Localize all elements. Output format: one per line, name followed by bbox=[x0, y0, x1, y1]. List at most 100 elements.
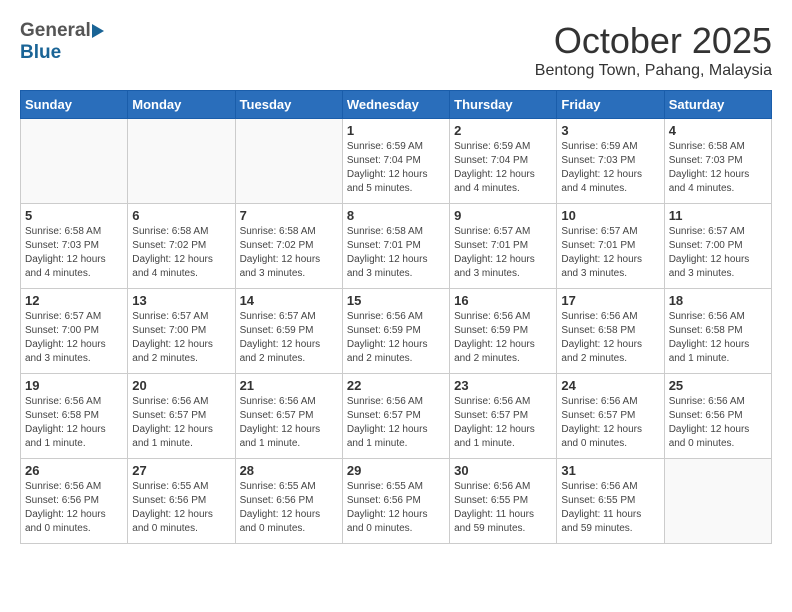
calendar-row: 12 Sunrise: 6:57 AM Sunset: 7:00 PM Dayli… bbox=[21, 289, 772, 374]
calendar-row: 1Sunrise: 6:59 AM Sunset: 7:04 PM Daylig… bbox=[21, 119, 772, 204]
day-info: Sunrise: 6:56 AM Sunset: 6:57 PM Dayligh… bbox=[132, 395, 230, 451]
day-info: Sunrise: 6:56 AM Sunset: 6:57 PM Dayligh… bbox=[240, 395, 338, 451]
day-info: Sunrise: 6:55 AM Sunset: 6:56 PM Dayligh… bbox=[347, 480, 445, 536]
calendar-cell: 13Sunrise: 6:57 AM Sunset: 7:00 PM Dayli… bbox=[128, 289, 235, 374]
day-number: 22 bbox=[347, 378, 445, 393]
day-number: 8 bbox=[347, 208, 445, 223]
weekday-header-saturday: Saturday bbox=[664, 91, 771, 119]
day-number: 17 bbox=[561, 293, 659, 308]
calendar-cell: 12 Sunrise: 6:57 AM Sunset: 7:00 PM Dayli… bbox=[21, 289, 128, 374]
calendar-cell: 27 Sunrise: 6:55 AM Sunset: 6:56 PM Dayli… bbox=[128, 459, 235, 544]
weekday-header-friday: Friday bbox=[557, 91, 664, 119]
day-info: Sunrise: 6:58 AM Sunset: 7:02 PM Dayligh… bbox=[240, 225, 338, 281]
calendar-cell: 16 Sunrise: 6:56 AM Sunset: 6:59 PM Dayli… bbox=[450, 289, 557, 374]
calendar-cell: 7 Sunrise: 6:58 AM Sunset: 7:02 PM Daylig… bbox=[235, 204, 342, 289]
day-info: Sunrise: 6:56 AM Sunset: 6:55 PM Dayligh… bbox=[561, 480, 659, 536]
day-number: 14 bbox=[240, 293, 338, 308]
month-title: October 2025 bbox=[535, 20, 772, 62]
day-number: 5 bbox=[25, 208, 123, 223]
day-number: 7 bbox=[240, 208, 338, 223]
logo-general: General bbox=[20, 20, 91, 42]
calendar-cell: 4 Sunrise: 6:58 AM Sunset: 7:03 PM Daylig… bbox=[664, 119, 771, 204]
location: Bentong Town, Pahang, Malaysia bbox=[535, 62, 772, 80]
calendar-cell: 3Sunrise: 6:59 AM Sunset: 7:03 PM Daylig… bbox=[557, 119, 664, 204]
calendar-cell: 17 Sunrise: 6:56 AM Sunset: 6:58 PM Dayli… bbox=[557, 289, 664, 374]
day-info: Sunrise: 6:57 AM Sunset: 7:00 PM Dayligh… bbox=[669, 225, 767, 281]
day-number: 26 bbox=[25, 463, 123, 478]
day-info: Sunrise: 6:59 AM Sunset: 7:04 PM Dayligh… bbox=[347, 140, 445, 196]
calendar-cell bbox=[664, 459, 771, 544]
calendar-cell: 8 Sunrise: 6:58 AM Sunset: 7:01 PM Daylig… bbox=[342, 204, 449, 289]
logo: General Blue bbox=[20, 20, 104, 64]
day-number: 25 bbox=[669, 378, 767, 393]
day-number: 23 bbox=[454, 378, 552, 393]
day-info: Sunrise: 6:57 AM Sunset: 7:00 PM Dayligh… bbox=[25, 310, 123, 366]
day-number: 12 bbox=[25, 293, 123, 308]
calendar-cell: 6 Sunrise: 6:58 AM Sunset: 7:02 PM Daylig… bbox=[128, 204, 235, 289]
day-number: 19 bbox=[25, 378, 123, 393]
day-info: Sunrise: 6:56 AM Sunset: 6:57 PM Dayligh… bbox=[561, 395, 659, 451]
day-info: Sunrise: 6:56 AM Sunset: 6:59 PM Dayligh… bbox=[454, 310, 552, 366]
calendar-cell: 25Sunrise: 6:56 AM Sunset: 6:56 PM Dayli… bbox=[664, 374, 771, 459]
calendar-cell: 5Sunrise: 6:58 AM Sunset: 7:03 PM Daylig… bbox=[21, 204, 128, 289]
calendar-row: 26 Sunrise: 6:56 AM Sunset: 6:56 PM Dayli… bbox=[21, 459, 772, 544]
calendar-cell: 21 Sunrise: 6:56 AM Sunset: 6:57 PM Dayli… bbox=[235, 374, 342, 459]
day-info: Sunrise: 6:57 AM Sunset: 7:01 PM Dayligh… bbox=[561, 225, 659, 281]
day-info: Sunrise: 6:55 AM Sunset: 6:56 PM Dayligh… bbox=[240, 480, 338, 536]
day-info: Sunrise: 6:56 AM Sunset: 6:56 PM Dayligh… bbox=[25, 480, 123, 536]
day-info: Sunrise: 6:59 AM Sunset: 7:03 PM Dayligh… bbox=[561, 140, 659, 196]
day-number: 13 bbox=[132, 293, 230, 308]
calendar-cell bbox=[128, 119, 235, 204]
logo-blue: Blue bbox=[20, 42, 61, 64]
title-section: October 2025 Bentong Town, Pahang, Malay… bbox=[535, 20, 772, 80]
day-info: Sunrise: 6:56 AM Sunset: 6:57 PM Dayligh… bbox=[347, 395, 445, 451]
weekday-header-wednesday: Wednesday bbox=[342, 91, 449, 119]
day-info: Sunrise: 6:55 AM Sunset: 6:56 PM Dayligh… bbox=[132, 480, 230, 536]
weekday-header-thursday: Thursday bbox=[450, 91, 557, 119]
calendar-cell: 2Sunrise: 6:59 AM Sunset: 7:04 PM Daylig… bbox=[450, 119, 557, 204]
day-number: 10 bbox=[561, 208, 659, 223]
day-number: 20 bbox=[132, 378, 230, 393]
day-number: 6 bbox=[132, 208, 230, 223]
calendar-cell: 29 Sunrise: 6:55 AM Sunset: 6:56 PM Dayli… bbox=[342, 459, 449, 544]
weekday-header-sunday: Sunday bbox=[21, 91, 128, 119]
day-number: 29 bbox=[347, 463, 445, 478]
day-info: Sunrise: 6:56 AM Sunset: 6:57 PM Dayligh… bbox=[454, 395, 552, 451]
day-info: Sunrise: 6:56 AM Sunset: 6:58 PM Dayligh… bbox=[561, 310, 659, 366]
day-info: Sunrise: 6:57 AM Sunset: 6:59 PM Dayligh… bbox=[240, 310, 338, 366]
day-info: Sunrise: 6:58 AM Sunset: 7:03 PM Dayligh… bbox=[669, 140, 767, 196]
day-info: Sunrise: 6:58 AM Sunset: 7:01 PM Dayligh… bbox=[347, 225, 445, 281]
calendar-table: SundayMondayTuesdayWednesdayThursdayFrid… bbox=[20, 90, 772, 544]
day-info: Sunrise: 6:57 AM Sunset: 7:01 PM Dayligh… bbox=[454, 225, 552, 281]
calendar-cell: 10 Sunrise: 6:57 AM Sunset: 7:01 PM Dayli… bbox=[557, 204, 664, 289]
calendar-cell: 18 Sunrise: 6:56 AM Sunset: 6:58 PM Dayli… bbox=[664, 289, 771, 374]
calendar-cell: 31Sunrise: 6:56 AM Sunset: 6:55 PM Dayli… bbox=[557, 459, 664, 544]
day-info: Sunrise: 6:56 AM Sunset: 6:58 PM Dayligh… bbox=[669, 310, 767, 366]
calendar-cell: 15Sunrise: 6:56 AM Sunset: 6:59 PM Dayli… bbox=[342, 289, 449, 374]
day-number: 2 bbox=[454, 123, 552, 138]
day-info: Sunrise: 6:56 AM Sunset: 6:59 PM Dayligh… bbox=[347, 310, 445, 366]
day-number: 27 bbox=[132, 463, 230, 478]
calendar-cell: 28 Sunrise: 6:55 AM Sunset: 6:56 PM Dayli… bbox=[235, 459, 342, 544]
day-number: 30 bbox=[454, 463, 552, 478]
day-number: 16 bbox=[454, 293, 552, 308]
weekday-header-monday: Monday bbox=[128, 91, 235, 119]
day-number: 28 bbox=[240, 463, 338, 478]
calendar-cell: 23 Sunrise: 6:56 AM Sunset: 6:57 PM Dayli… bbox=[450, 374, 557, 459]
calendar-cell: 26 Sunrise: 6:56 AM Sunset: 6:56 PM Dayli… bbox=[21, 459, 128, 544]
day-number: 21 bbox=[240, 378, 338, 393]
day-info: Sunrise: 6:58 AM Sunset: 7:02 PM Dayligh… bbox=[132, 225, 230, 281]
day-info: Sunrise: 6:56 AM Sunset: 6:55 PM Dayligh… bbox=[454, 480, 552, 536]
calendar-cell: 1Sunrise: 6:59 AM Sunset: 7:04 PM Daylig… bbox=[342, 119, 449, 204]
calendar-cell: 22 Sunrise: 6:56 AM Sunset: 6:57 PM Dayli… bbox=[342, 374, 449, 459]
calendar-cell: 14 Sunrise: 6:57 AM Sunset: 6:59 PM Dayli… bbox=[235, 289, 342, 374]
calendar-row: 5Sunrise: 6:58 AM Sunset: 7:03 PM Daylig… bbox=[21, 204, 772, 289]
day-info: Sunrise: 6:56 AM Sunset: 6:58 PM Dayligh… bbox=[25, 395, 123, 451]
calendar-cell bbox=[235, 119, 342, 204]
day-number: 18 bbox=[669, 293, 767, 308]
calendar-row: 19 Sunrise: 6:56 AM Sunset: 6:58 PM Dayli… bbox=[21, 374, 772, 459]
day-number: 24 bbox=[561, 378, 659, 393]
calendar-cell: 30 Sunrise: 6:56 AM Sunset: 6:55 PM Dayli… bbox=[450, 459, 557, 544]
day-number: 4 bbox=[669, 123, 767, 138]
day-number: 11 bbox=[669, 208, 767, 223]
